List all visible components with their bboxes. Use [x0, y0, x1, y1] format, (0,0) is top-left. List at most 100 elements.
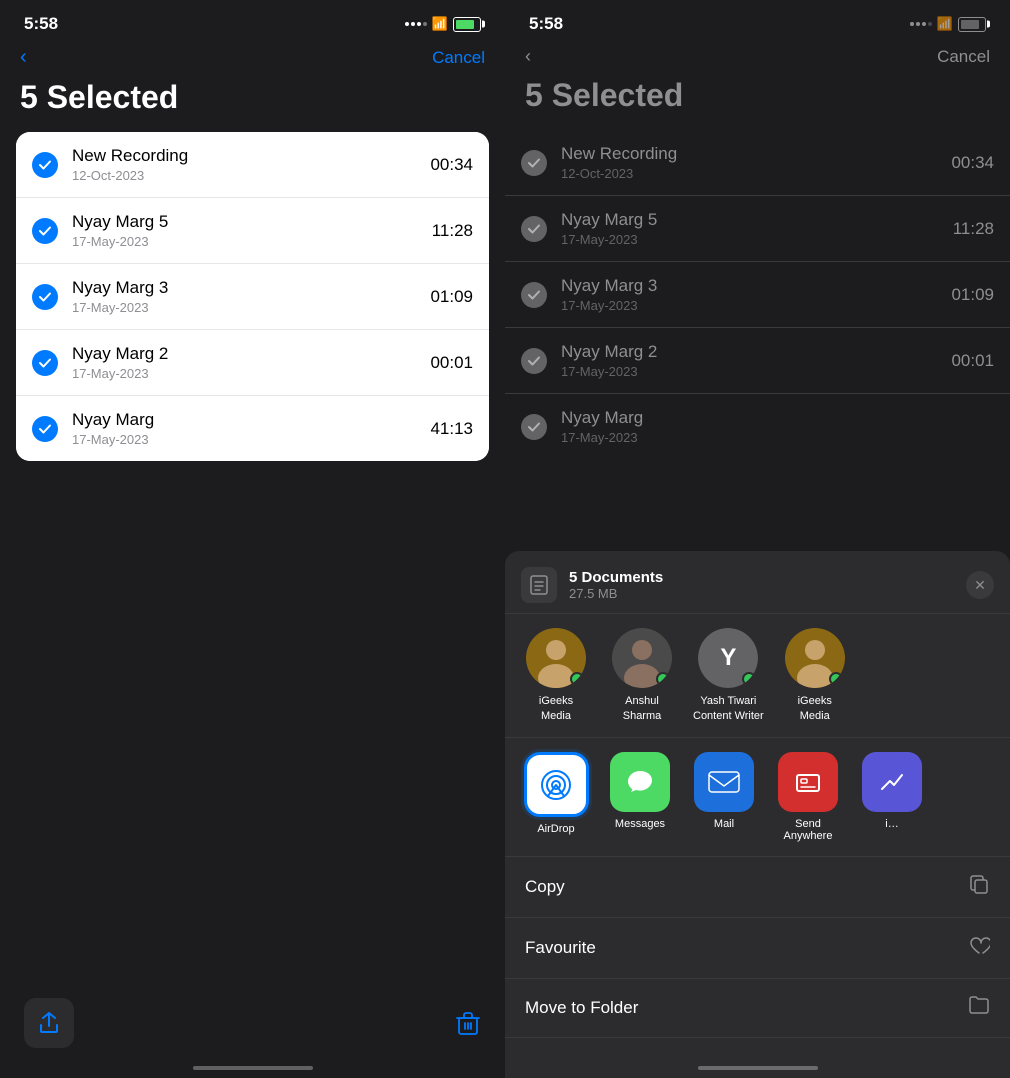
- recording-info: Nyay Marg 3 17-May-2023: [561, 276, 951, 313]
- recording-duration: 41:13: [430, 419, 473, 439]
- avatar: [526, 628, 586, 688]
- check-icon: [32, 218, 58, 244]
- airdrop-app-item[interactable]: AirDrop: [521, 752, 591, 842]
- recording-duration: 00:01: [951, 351, 994, 371]
- battery-icon: [958, 17, 986, 32]
- move-to-folder-action[interactable]: Move to Folder: [505, 979, 1010, 1038]
- recording-date: 17-May-2023: [72, 366, 430, 381]
- left-status-time: 5:58: [24, 14, 58, 34]
- table-row[interactable]: Nyay Marg 2 17-May-2023 00:01: [16, 330, 489, 396]
- check-icon: [521, 282, 547, 308]
- recording-name: New Recording: [72, 146, 430, 166]
- avatar: Y: [698, 628, 758, 688]
- share-sheet: 5 Documents 27.5 MB ✕: [505, 551, 1010, 1078]
- wifi-icon: 📶: [937, 16, 953, 32]
- right-cancel-button[interactable]: Cancel: [937, 47, 990, 67]
- status-dot: [656, 672, 670, 686]
- recording-info: Nyay Marg 17-May-2023: [561, 408, 994, 445]
- more-icon: [862, 752, 922, 812]
- table-row: Nyay Marg 5 17-May-2023 11:28: [505, 196, 1010, 262]
- recording-date: 17-May-2023: [561, 298, 951, 313]
- table-row[interactable]: Nyay Marg 17-May-2023 41:13: [16, 396, 489, 461]
- person-name: Yash TiwariContent Writer: [693, 694, 764, 723]
- recording-info: Nyay Marg 2 17-May-2023: [72, 344, 430, 381]
- person-item[interactable]: Y Yash TiwariContent Writer: [693, 628, 764, 723]
- left-page-title: 5 Selected: [0, 79, 505, 132]
- airdrop-icon: [524, 752, 589, 817]
- recording-duration: 11:28: [432, 221, 473, 241]
- favourite-label: Favourite: [525, 938, 596, 958]
- right-panel: 5:58 📶 ‹ Cancel 5 Selected New R: [505, 0, 1010, 1078]
- table-row: Nyay Marg 3 17-May-2023 01:09: [505, 262, 1010, 328]
- folder-icon: [968, 995, 990, 1021]
- right-nav-bar: ‹ Cancel: [505, 42, 1010, 77]
- recording-info: Nyay Marg 17-May-2023: [72, 410, 430, 447]
- check-icon: [521, 414, 547, 440]
- person-item[interactable]: AnshulSharma: [607, 628, 677, 723]
- delete-button[interactable]: [455, 998, 481, 1048]
- copy-action[interactable]: Copy: [505, 857, 1010, 918]
- mail-label: Mail: [714, 818, 734, 830]
- person-item[interactable]: iGeeksMedia: [780, 628, 850, 723]
- left-status-bar: 5:58 📶: [0, 0, 505, 42]
- table-row: Nyay Marg 2 17-May-2023 00:01: [505, 328, 1010, 394]
- table-row[interactable]: Nyay Marg 5 17-May-2023 11:28: [16, 198, 489, 264]
- person-name: iGeeksMedia: [539, 694, 573, 723]
- check-icon: [32, 152, 58, 178]
- status-dot: [742, 672, 756, 686]
- recording-date: 17-May-2023: [72, 432, 430, 447]
- recording-date: 17-May-2023: [561, 232, 953, 247]
- recording-duration: 00:34: [430, 155, 473, 175]
- messages-app-item[interactable]: Messages: [605, 752, 675, 842]
- check-icon: [32, 350, 58, 376]
- right-page-title: 5 Selected: [505, 77, 1010, 130]
- recording-info: New Recording 12-Oct-2023: [561, 144, 951, 181]
- left-back-button[interactable]: ‹: [20, 46, 27, 69]
- share-button[interactable]: [24, 998, 74, 1048]
- copy-icon: [968, 873, 990, 901]
- table-row: New Recording 12-Oct-2023 00:34: [505, 130, 1010, 196]
- more-app-item[interactable]: i…: [857, 752, 927, 842]
- favourite-action[interactable]: Favourite: [505, 918, 1010, 979]
- recording-name: Nyay Marg 5: [72, 212, 432, 232]
- right-back-button[interactable]: ‹: [525, 46, 531, 67]
- recording-duration: 00:34: [951, 153, 994, 173]
- check-icon: [32, 284, 58, 310]
- mail-icon: [694, 752, 754, 812]
- home-indicator: [698, 1066, 818, 1070]
- right-status-time: 5:58: [529, 14, 563, 34]
- share-sheet-close-button[interactable]: ✕: [966, 571, 994, 599]
- move-to-folder-label: Move to Folder: [525, 998, 638, 1018]
- recording-name: Nyay Marg 5: [561, 210, 953, 230]
- table-row[interactable]: Nyay Marg 3 17-May-2023 01:09: [16, 264, 489, 330]
- left-nav-bar: ‹ Cancel: [0, 42, 505, 79]
- airdrop-label: AirDrop: [537, 823, 574, 835]
- wifi-icon: 📶: [432, 16, 448, 32]
- left-panel: 5:58 📶 ‹ Cancel 5 Selected New R: [0, 0, 505, 1078]
- right-status-bar: 5:58 📶: [505, 0, 1010, 42]
- check-icon: [32, 416, 58, 442]
- recording-duration: 00:01: [430, 353, 473, 373]
- left-recordings-card: New Recording 12-Oct-2023 00:34 Nyay Mar…: [16, 132, 489, 461]
- battery-icon: [453, 17, 481, 32]
- check-icon: [521, 348, 547, 374]
- table-row[interactable]: New Recording 12-Oct-2023 00:34: [16, 132, 489, 198]
- left-bottom-bar: [0, 998, 505, 1048]
- recording-info: Nyay Marg 5 17-May-2023: [72, 212, 432, 249]
- mail-app-item[interactable]: Mail: [689, 752, 759, 842]
- recording-info: Nyay Marg 3 17-May-2023: [72, 278, 430, 315]
- check-icon: [521, 150, 547, 176]
- avatar: [785, 628, 845, 688]
- sendanywhere-label: SendAnywhere: [784, 818, 833, 842]
- person-name: iGeeksMedia: [798, 694, 832, 723]
- recording-date: 12-Oct-2023: [72, 168, 430, 183]
- heart-icon: [968, 934, 990, 962]
- more-label: i…: [885, 818, 898, 830]
- left-cancel-button[interactable]: Cancel: [432, 48, 485, 68]
- person-item[interactable]: iGeeksMedia: [521, 628, 591, 723]
- people-row: iGeeksMedia AnshulSharma: [505, 614, 1010, 738]
- signal-icon: [405, 22, 427, 26]
- recording-duration: 01:09: [951, 285, 994, 305]
- apps-row: AirDrop Messages Mail: [505, 738, 1010, 857]
- sendanywhere-app-item[interactable]: SendAnywhere: [773, 752, 843, 842]
